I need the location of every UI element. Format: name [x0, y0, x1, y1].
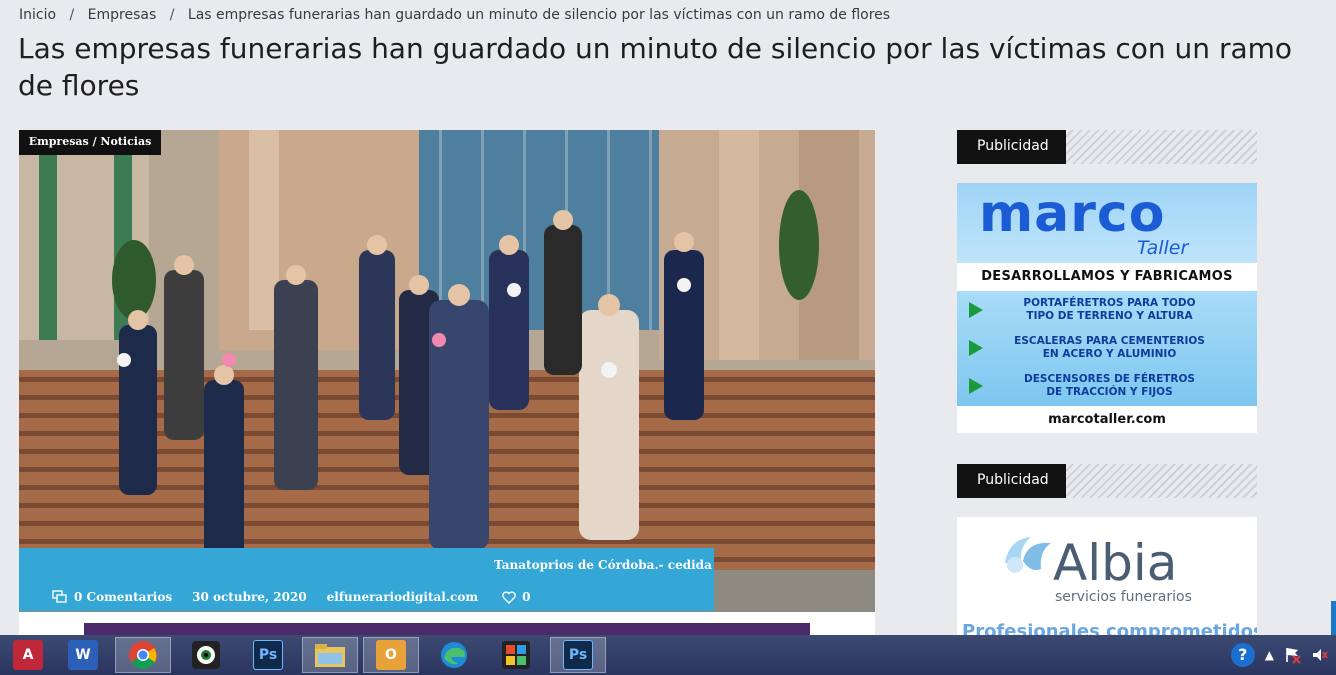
- breadcrumb-separator: /: [69, 7, 75, 23]
- chrome-icon: [129, 641, 157, 669]
- ad-hatch-decoration: [1066, 130, 1257, 164]
- ad-header-2: Publicidad: [957, 464, 1257, 498]
- like-button[interactable]: 0: [502, 590, 530, 604]
- play-arrow-icon: [969, 302, 983, 318]
- breadcrumb-home[interactable]: Inicio: [19, 7, 56, 23]
- word-icon: W: [68, 640, 98, 670]
- ad-header-1: Publicidad: [957, 130, 1257, 164]
- file-explorer-icon: [315, 644, 345, 667]
- comments-icon: [52, 590, 67, 603]
- marco-logo-area: marco Taller: [957, 183, 1257, 263]
- image-caption: Tanatoprios de Córdoba.- cedida: [494, 558, 712, 572]
- access-icon: A: [13, 640, 43, 670]
- marco-taller-ad[interactable]: marco Taller DESARROLLAMOS Y FABRICAMOS …: [957, 183, 1257, 433]
- article-meta-row: 0 Comentarios 30 octubre, 2020 elfunerar…: [52, 590, 550, 604]
- taskbar-webcam[interactable]: [178, 637, 234, 673]
- taskbar-access[interactable]: A: [0, 637, 56, 673]
- taskbar-outlook[interactable]: O: [363, 637, 419, 673]
- article-author[interactable]: elfunerariodigital.com: [327, 590, 478, 604]
- taskbar-puzzle-app[interactable]: [488, 637, 544, 673]
- heart-icon: [502, 590, 516, 604]
- scroll-to-top-button[interactable]: [1331, 601, 1336, 635]
- marco-feature: ESCALERAS PARA CEMENTERIOS EN ACERO Y AL…: [967, 335, 1252, 361]
- breadcrumb-separator: /: [169, 7, 175, 23]
- photoshop-icon: Ps: [253, 640, 283, 670]
- author-text: elfunerariodigital.com: [326, 590, 479, 604]
- ad-label: Publicidad: [957, 130, 1066, 164]
- chevron-up-icon[interactable]: ▲: [1265, 648, 1274, 662]
- category-badge[interactable]: Empresas / Noticias: [19, 130, 161, 155]
- article-hero-image[interactable]: [19, 130, 875, 612]
- marco-feature: PORTAFÉRETROS PARA TODO TIPO DE TERRENO …: [967, 297, 1252, 323]
- marco-logo: marco: [979, 184, 1166, 244]
- outlook-icon: O: [376, 640, 406, 670]
- article-next-section: [19, 612, 875, 635]
- albia-ad[interactable]: Albia servicios funerarios Profesionales…: [957, 517, 1257, 635]
- help-icon[interactable]: ?: [1230, 643, 1255, 667]
- marco-feature-list: PORTAFÉRETROS PARA TODO TIPO DE TERRENO …: [957, 291, 1257, 406]
- comments-link[interactable]: 0 Comentarios: [52, 590, 172, 604]
- play-arrow-icon: [969, 378, 983, 394]
- taskbar-word[interactable]: W: [55, 637, 111, 673]
- date-text: 30 octubre, 2020: [192, 590, 307, 604]
- page-title: Las empresas funerarias han guardado un …: [18, 32, 1293, 102]
- ad-label: Publicidad: [957, 464, 1066, 498]
- marco-band: DESARROLLAMOS Y FABRICAMOS: [957, 263, 1257, 291]
- puzzle-app-icon: [502, 641, 530, 669]
- breadcrumb-current: Las empresas funerarias han guardado un …: [187, 7, 891, 23]
- albia-logo-text: Albia: [1053, 534, 1178, 592]
- like-count: 0: [522, 590, 531, 604]
- system-tray: ? ▲: [1230, 643, 1328, 667]
- purple-banner: [84, 623, 810, 635]
- windows-taskbar: A W Ps O Ps ? ▲: [0, 635, 1336, 675]
- taskbar-photoshop[interactable]: Ps: [240, 637, 296, 673]
- play-arrow-icon: [969, 340, 983, 356]
- marco-url: marcotaller.com: [957, 407, 1257, 433]
- article-meta-box: Tanatoprios de Córdoba.- cedida 0 Coment…: [19, 548, 714, 611]
- taskbar-edge[interactable]: [426, 637, 482, 673]
- breadcrumb: Inicio / Empresas / Las empresas funerar…: [19, 7, 890, 23]
- ad-hatch-decoration: [1066, 464, 1257, 498]
- albia-subtitle: servicios funerarios: [1055, 589, 1192, 605]
- edge-icon: [441, 642, 467, 668]
- flag-alert-icon[interactable]: [1284, 646, 1302, 664]
- webcam-icon: [192, 641, 220, 669]
- breadcrumb-empresas[interactable]: Empresas: [88, 7, 157, 23]
- speaker-muted-icon[interactable]: [1312, 647, 1328, 663]
- taskbar-chrome[interactable]: [115, 637, 171, 673]
- photoshop-icon-2: Ps: [563, 640, 593, 670]
- article-date: 30 octubre, 2020: [192, 590, 307, 604]
- albia-tagline: Profesionales comprometidos: [962, 621, 1257, 635]
- taskbar-photoshop-2[interactable]: Ps: [550, 637, 606, 673]
- marco-subtitle: Taller: [1137, 237, 1189, 259]
- comments-count: 0 Comentarios: [74, 590, 173, 604]
- taskbar-file-explorer[interactable]: [302, 637, 358, 673]
- marco-feature: DESCENSORES DE FÉRETROS DE TRACCIÓN Y FI…: [967, 373, 1252, 399]
- albia-logo-icon: [1005, 537, 1051, 573]
